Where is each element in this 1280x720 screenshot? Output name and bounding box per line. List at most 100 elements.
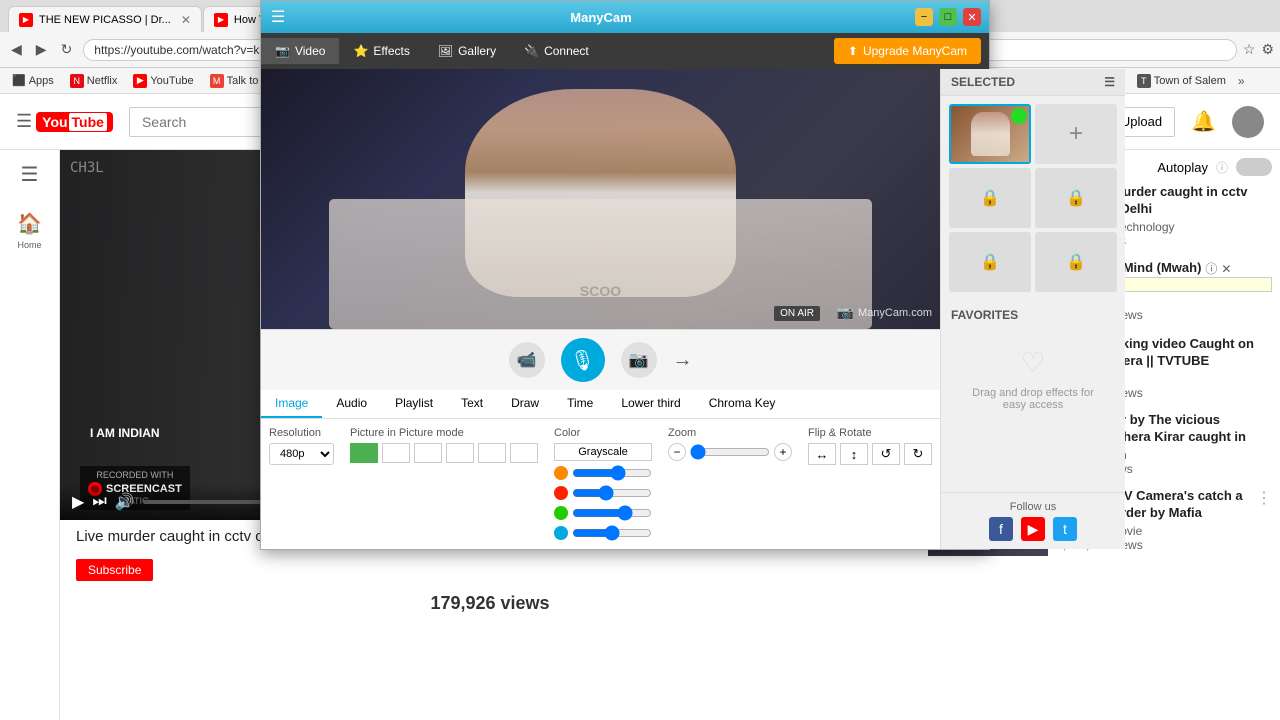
tab-text[interactable]: Text [447,390,497,418]
netflix-label: Netflix [87,75,118,87]
snapshot-button[interactable]: 📷 [621,342,657,378]
rotate-right-button[interactable]: ↻ [904,443,932,465]
tab-image[interactable]: Image [261,390,322,418]
upload-label: Upload [1121,114,1162,129]
bookmark-apps[interactable]: ⬛ Apps [8,73,58,88]
settings-button[interactable]: ⚙ [1261,41,1274,58]
flip-horizontal-button[interactable]: ↔ [808,443,836,465]
color-slider-3[interactable] [572,505,652,521]
home-label: Home [17,240,41,250]
autoplay-toggle[interactable] [1236,158,1272,176]
selected-cell-3[interactable]: 🔒 [949,168,1031,228]
page-content: ☰ YouTube 🔍 ⬆ Upload 🔔 [0,94,1280,720]
color-row-4 [554,525,652,541]
sidebar-item-home[interactable]: 🏠 Home [13,207,46,254]
refresh-button[interactable]: ↻ [56,39,78,60]
menu-icon[interactable]: ☰ [16,111,32,132]
subscribe-button[interactable]: Subscribe [76,559,153,581]
pip-mode-1[interactable] [350,443,378,463]
color-slider-1[interactable] [572,465,652,481]
play-button[interactable]: ▶ [72,492,84,512]
indian-text: I AM INDIAN [90,426,160,440]
ad-info-icon[interactable]: ⓘ [1205,260,1217,277]
twitter-icon[interactable]: t [1053,517,1077,541]
more-options-icon[interactable]: ⋮ [1256,488,1272,508]
notifications-button[interactable]: 🔔 [1191,109,1216,134]
star-button[interactable]: ☆ [1243,41,1256,58]
zoom-slider[interactable] [690,444,770,460]
youtube-logo-text[interactable]: YouTube [36,112,113,132]
ad-close-icon[interactable]: ✕ [1221,262,1231,276]
zoom-row: − + [668,443,792,461]
bookmarks-more[interactable]: » [1238,74,1245,88]
bookmark-netflix[interactable]: N Netflix [66,73,122,89]
back-button[interactable]: ◀ [6,39,27,60]
mute-button[interactable]: 🔊 [115,492,135,512]
netflix-favicon: N [70,74,84,88]
add-source-icon: + [1069,120,1083,148]
tab-1-close[interactable]: ✕ [181,13,191,27]
tab-lower-third[interactable]: Lower third [607,390,694,418]
watermark-text: ManyCam.com [858,307,932,319]
flip-vertical-button[interactable]: ↕ [840,443,868,465]
next-source-button[interactable]: → [673,349,693,372]
tab-1[interactable]: ▶ THE NEW PICASSO | Dr... ✕ [8,6,202,32]
pip-mode-6[interactable] [510,443,538,463]
youtube-label: YouTube [150,75,193,87]
follow-section: Follow us f ▶ t [941,492,1125,549]
video-views: 179,926 views [60,589,920,618]
flip-rotate-group: Flip & Rotate ↔ ↕ ↺ ↻ [808,427,932,541]
color-row-1 [554,465,652,481]
tab-time[interactable]: Time [553,390,607,418]
next-button[interactable]: ⏭ [92,493,106,511]
camera-watermark-icon: 📷 [837,304,854,321]
selected-effects-grid: + 🔒 🔒 🔒 [941,96,1125,300]
selected-cell-5[interactable]: 🔒 [949,232,1031,292]
selected-cell-1[interactable] [949,104,1031,164]
apps-label: Apps [29,75,54,87]
forward-button[interactable]: ▶ [31,39,52,60]
favorites-heart-icon: ♡ [1020,346,1045,379]
grayscale-button[interactable]: Grayscale [554,443,652,461]
tab-audio[interactable]: Audio [322,390,381,418]
menu-sidebar-icon: ☰ [21,162,39,187]
microphone-toggle-button[interactable]: 🎙 [561,338,605,382]
user-avatar[interactable] [1232,106,1264,138]
color-dot-red [554,486,568,500]
sidebar-item-menu[interactable]: ☰ [17,158,43,191]
manycam-left-panel: SCOO 📷 ManyCam.com ON AIR [261,94,940,549]
color-row-2 [554,485,652,501]
townofsalem-label: Town of Salem [1154,75,1226,87]
tab-chroma-key[interactable]: Chroma Key [695,390,790,418]
favorites-text: Drag and drop effects for easy access [967,387,1099,411]
pip-mode-4[interactable] [446,443,474,463]
lock-icon-4: 🔒 [1066,188,1086,208]
pip-mode-5[interactable] [478,443,506,463]
youtube-social-icon[interactable]: ▶ [1021,517,1045,541]
selected-cell-6[interactable]: 🔒 [1035,232,1117,292]
browser-actions: ☆ ⚙ [1243,41,1274,58]
tab-draw[interactable]: Draw [497,390,553,418]
pip-mode-2[interactable] [382,443,410,463]
color-slider-2[interactable] [572,485,652,501]
color-controls: Grayscale [554,443,652,541]
social-icons: f ▶ t [949,517,1117,541]
zoom-label: Zoom [668,427,792,439]
favorites-section: FAVORITES ♡ Drag and drop effects for ea… [941,300,1125,435]
zoom-out-button[interactable]: − [668,443,686,461]
lock-icon-3: 🔒 [980,188,1000,208]
selected-cell-add[interactable]: + [1035,104,1117,164]
tab-2-favicon: ▶ [214,13,228,27]
bookmark-townofsalem[interactable]: T Town of Salem [1133,73,1230,89]
facebook-icon[interactable]: f [989,517,1013,541]
color-slider-4[interactable] [572,525,652,541]
zoom-in-button[interactable]: + [774,443,792,461]
tab-playlist[interactable]: Playlist [381,390,447,418]
resolution-select[interactable]: 480p 720p 1080p [269,443,334,465]
selected-cell-4[interactable]: 🔒 [1035,168,1117,228]
bookmark-youtube[interactable]: ▶ YouTube [129,73,197,89]
pip-mode-3[interactable] [414,443,442,463]
rotate-left-button[interactable]: ↺ [872,443,900,465]
camera-toggle-button[interactable]: 📹 [509,342,545,378]
manycam-source-tabs: Image Audio Playlist Text Draw Time Lowe… [261,390,940,419]
